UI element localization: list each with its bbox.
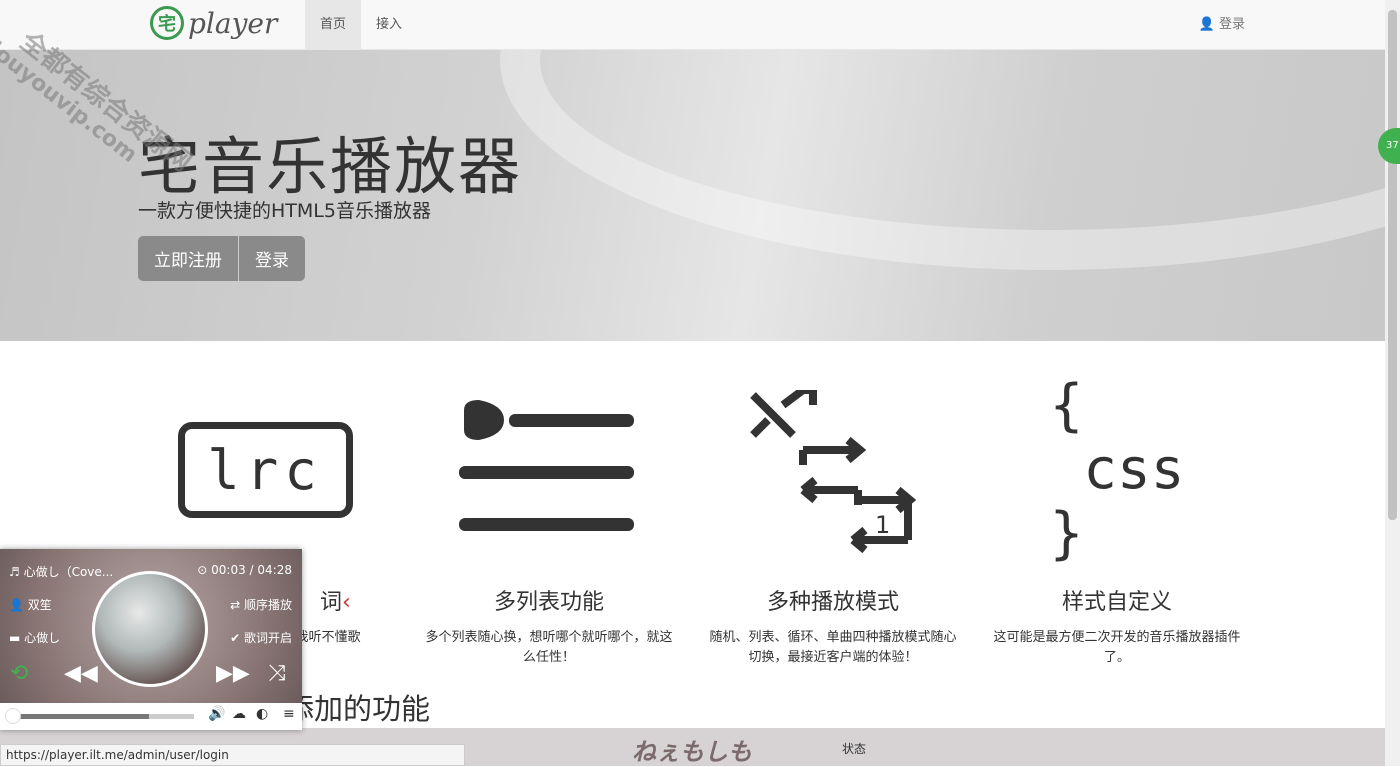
feature-play-modes: 1 多种播放模式 随机、列表、循环、单曲四种播放模式随心切换，最接近客户端的体验…: [708, 380, 958, 668]
nav-home[interactable]: 首页: [305, 0, 362, 50]
feature-title: 多列表功能: [493, 590, 604, 615]
feature-multi-list: 多列表功能 多个列表随心换，想听哪个就听哪个，就这么任性！: [424, 380, 674, 668]
song-time: ⊙ 00:03 / 04:28: [197, 563, 292, 577]
feature-desc: 这可能是最方便二次开发的音乐播放器插件了。: [993, 630, 1241, 665]
album-cover[interactable]: [92, 571, 208, 687]
feature-desc: 随机、列表、循环、单曲四种播放模式随心切换，最接近客户端的体验！: [709, 630, 957, 665]
shuffle-icon[interactable]: ⤨: [268, 661, 286, 686]
next-icon[interactable]: ▶▶: [216, 661, 250, 686]
previous-icon[interactable]: ◀◀: [64, 661, 98, 686]
record-background: [500, 50, 1385, 270]
progress-handle[interactable]: [5, 708, 21, 724]
hero-buttons: 立即注册 登录: [138, 236, 305, 281]
scrollbar[interactable]: [1385, 0, 1400, 766]
repeat-icon[interactable]: ⟲: [10, 661, 28, 686]
hero-title: 宅音乐播放器: [138, 130, 523, 203]
volume-icon[interactable]: 🔊: [208, 706, 225, 722]
status-bar-url: https://player.ilt.me/admin/user/login: [0, 744, 465, 766]
register-button[interactable]: 立即注册: [138, 236, 239, 281]
feature-desc: 多个列表随心换，想听哪个就听哪个，就这么任性！: [425, 630, 673, 665]
logo[interactable]: 宅 player: [150, 6, 277, 40]
feature-css: { css} 样式自定义 这可能是最方便二次开发的音乐播放器插件了。: [992, 374, 1242, 668]
status-column: 状态: [842, 742, 867, 756]
logo-mark: 宅: [150, 6, 184, 40]
nav-login[interactable]: 👤 登录: [1199, 0, 1245, 50]
now-playing-name: ねぇもしも: [632, 738, 752, 766]
navbar: 宅 player 首页 接入 👤 登录: [0, 0, 1385, 50]
logo-text: player: [188, 6, 278, 40]
nav-integrate[interactable]: 接入: [361, 0, 417, 50]
scrollbar-thumb[interactable]: [1388, 10, 1397, 520]
lrc-icon: lrc: [177, 422, 353, 518]
css-icon: { css}: [1049, 373, 1185, 566]
music-player: ♬ 心做し（Cove... ⊙ 00:03 / 04:28 👤 双笙 ⇄ 顺序播…: [0, 549, 302, 730]
login-button[interactable]: 登录: [239, 236, 305, 281]
hero: 宅音乐播放器 一款方便快捷的HTML5音乐播放器 立即注册 登录: [0, 50, 1385, 341]
song-title: ♬ 心做し（Cove...: [9, 565, 114, 579]
progress-bar[interactable]: [14, 714, 194, 719]
user-icon: 👤: [1198, 17, 1215, 32]
artist: 👤 双笙: [9, 598, 52, 612]
feature-title: 多种播放模式: [766, 590, 899, 615]
nav-login-label: 登录: [1218, 17, 1245, 32]
feature-title: 样式自定义: [1061, 590, 1172, 615]
play-mode-toggle[interactable]: ⇄ 顺序播放: [230, 596, 292, 613]
lyrics-toggle[interactable]: ✔ 歌词开启: [230, 629, 292, 646]
download-cloud-icon[interactable]: ☁: [232, 706, 246, 722]
svg-text:1: 1: [875, 511, 890, 539]
play-modes-icon: 1: [750, 390, 917, 554]
menu-icon[interactable]: ≡: [283, 706, 295, 722]
hero-subtitle: 一款方便快捷的HTML5音乐播放器: [138, 200, 431, 222]
toggle-icon[interactable]: ◐: [256, 706, 268, 722]
playlist-icon: [459, 400, 634, 531]
album: ▬ 心做し: [9, 631, 61, 645]
